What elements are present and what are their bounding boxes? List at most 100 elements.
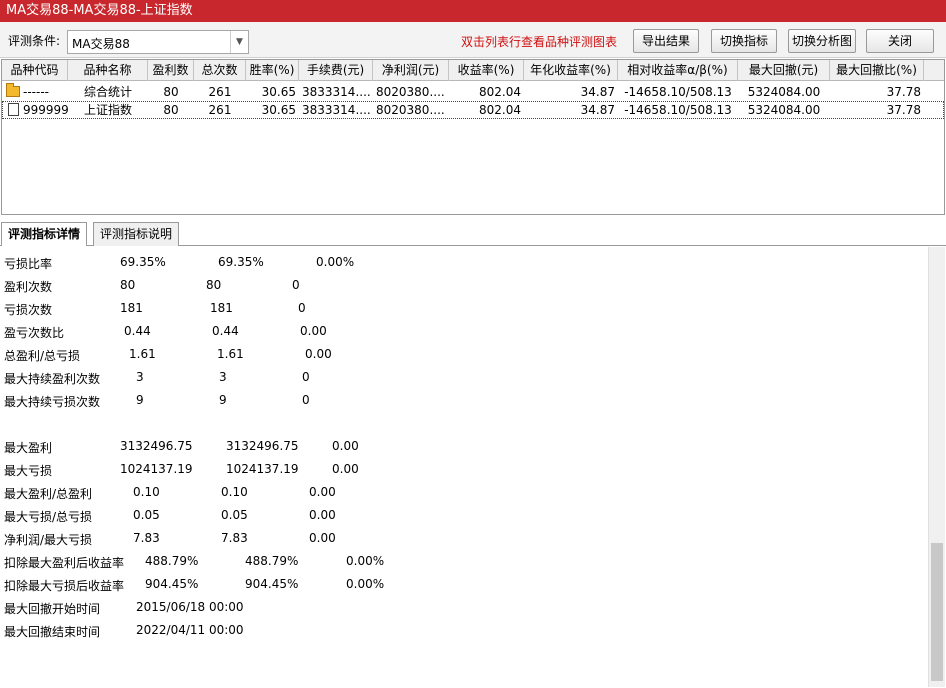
table-row[interactable]: 999999 上证指数 80 261 30.65 3833314.... 802… (2, 101, 944, 119)
detail-value: 9 (136, 393, 144, 407)
detail-value: 0 (292, 278, 300, 292)
detail-value: 0.00% (316, 255, 355, 269)
tab-indicator-details[interactable]: 评测指标详情 (1, 222, 88, 247)
detail-value: 0.00 (332, 462, 359, 476)
detail-label: 最大回撤结束时间 (4, 625, 101, 639)
detail-value: 3132496.75 (120, 439, 193, 453)
cell-annual-return: 34.87 (580, 85, 615, 99)
cell-winrate: 30.65 (261, 85, 296, 99)
detail-value: 0.00 (309, 508, 336, 522)
detail-label: 盈亏次数比 (4, 326, 65, 340)
cell-max-drawdown: 5324084.00 (747, 85, 821, 99)
detail-value: 3 (136, 370, 144, 384)
detail-value: 904.45% (245, 577, 299, 591)
detail-value: 0.00 (309, 485, 336, 499)
detail-value: 0.00 (332, 439, 359, 453)
col-profit[interactable]: 净利润(元) (373, 60, 449, 81)
detail-value: 0.00% (346, 554, 385, 568)
detail-value: 0.44 (212, 324, 239, 338)
detail-value: 488.79% (145, 554, 199, 568)
detail-scrollbar[interactable] (928, 247, 945, 687)
results-table[interactable]: 品种代码 品种名称 盈利数 总次数 胜率(%) 手续费(元) 净利润(元) 收益… (1, 59, 945, 215)
detail-label: 亏损次数 (4, 303, 53, 317)
detail-value: 80 (120, 278, 136, 292)
col-name[interactable]: 品种名称 (68, 60, 148, 81)
detail-value: 0.00 (300, 324, 327, 338)
detail-label: 最大盈利/总盈利 (4, 487, 93, 501)
double-click-hint: 双击列表行查看品种评测图表 (461, 35, 618, 49)
export-button[interactable]: 导出结果 (633, 29, 699, 53)
detail-label: 净利润/最大亏损 (4, 533, 93, 547)
detail-value: 0.00 (305, 347, 332, 361)
toolbar: 评测条件: MA交易88 ▼ 双击列表行查看品种评测图表 导出结果 切换指标 切… (0, 22, 946, 58)
detail-label: 最大持续亏损次数 (4, 395, 101, 409)
detail-label: 最大亏损/总亏损 (4, 510, 93, 524)
col-return[interactable]: 收益率(%) (449, 60, 524, 81)
indicator-details-panel: 亏损比率 69.35% 69.35% 0.00% 盈利次数 80 80 0 亏损… (0, 246, 928, 686)
cell-name: 上证指数 (83, 103, 132, 117)
detail-value: 0.10 (221, 485, 248, 499)
condition-select-value: MA交易88 (72, 37, 130, 51)
detail-label: 最大亏损 (4, 464, 53, 478)
cell-relative-return: -14658.10/508.13 (624, 103, 732, 117)
cell-relative-return: -14658.10/508.13 (624, 85, 732, 99)
detail-value: 1.61 (129, 347, 156, 361)
detail-value: 0.44 (124, 324, 151, 338)
table-header: 品种代码 品种名称 盈利数 总次数 胜率(%) 手续费(元) 净利润(元) 收益… (2, 60, 944, 81)
close-button[interactable]: 关闭 (866, 29, 934, 53)
condition-select[interactable]: MA交易88 ▼ (67, 30, 249, 54)
folder-icon (6, 83, 20, 97)
detail-value: 0.00 (309, 531, 336, 545)
col-winrate[interactable]: 胜率(%) (246, 60, 299, 81)
detail-value: 1024137.19 (120, 462, 193, 476)
detail-value: 0.10 (133, 485, 160, 499)
detail-value: 181 (210, 301, 233, 315)
col-annual-return[interactable]: 年化收益率(%) (524, 60, 618, 81)
col-total[interactable]: 总次数 (194, 60, 246, 81)
col-max-drawdown[interactable]: 最大回撤(元) (738, 60, 830, 81)
cell-winrate: 30.65 (261, 103, 296, 117)
cell-return: 802.04 (479, 85, 521, 99)
tab-indicator-explanation[interactable]: 评测指标说明 (93, 222, 180, 246)
detail-value: 181 (120, 301, 143, 315)
detail-value: 0.00% (346, 577, 385, 591)
scrollbar-thumb[interactable] (931, 543, 943, 681)
detail-value: 904.45% (145, 577, 199, 591)
cell-profit: 8020380.... (376, 85, 445, 99)
switch-indicator-button[interactable]: 切换指标 (711, 29, 777, 53)
document-icon (8, 103, 19, 116)
switch-chart-button[interactable]: 切换分析图 (788, 29, 856, 53)
col-fee[interactable]: 手续费(元) (299, 60, 373, 81)
detail-value: 7.83 (221, 531, 248, 545)
cell-max-drawdown-ratio: 37.78 (886, 85, 921, 99)
cell-code: 999999 (23, 103, 68, 117)
col-max-drawdown-ratio[interactable]: 最大回撤比(%) (830, 60, 924, 81)
detail-value: 1024137.19 (226, 462, 299, 476)
detail-value: 0.05 (133, 508, 160, 522)
detail-value: 0.05 (221, 508, 248, 522)
detail-value: 69.35% (218, 255, 264, 269)
chevron-down-icon[interactable]: ▼ (230, 31, 248, 53)
cell-fee: 3833314.... (302, 103, 371, 117)
col-code[interactable]: 品种代码 (2, 60, 68, 81)
cell-name: 综合统计 (83, 85, 132, 99)
detail-value: 80 (206, 278, 222, 292)
cell-max-drawdown: 5324084.00 (747, 103, 821, 117)
col-wins[interactable]: 盈利数 (148, 60, 194, 81)
window-title: MA交易88-MA交易88-上证指数 (0, 0, 946, 22)
cell-annual-return: 34.87 (580, 103, 615, 117)
detail-label: 扣除最大亏损后收益率 (4, 579, 125, 593)
detail-value: 69.35% (120, 255, 166, 269)
detail-label: 盈利次数 (4, 280, 53, 294)
detail-label: 扣除最大盈利后收益率 (4, 556, 125, 570)
detail-label: 最大持续盈利次数 (4, 372, 101, 386)
col-relative-return[interactable]: 相对收益率α/β(%) (618, 60, 738, 81)
detail-value: 2022/04/11 00:00 (136, 623, 244, 637)
detail-tabs: 评测指标详情 评测指标说明 (0, 220, 946, 247)
detail-value: 0 (302, 370, 310, 384)
cell-fee: 3833314.... (302, 85, 371, 99)
cell-profit: 8020380.... (376, 103, 445, 117)
table-row[interactable]: ------ 综合统计 80 261 30.65 3833314.... 802… (2, 83, 944, 101)
detail-value: 1.61 (217, 347, 244, 361)
detail-value: 0 (298, 301, 306, 315)
